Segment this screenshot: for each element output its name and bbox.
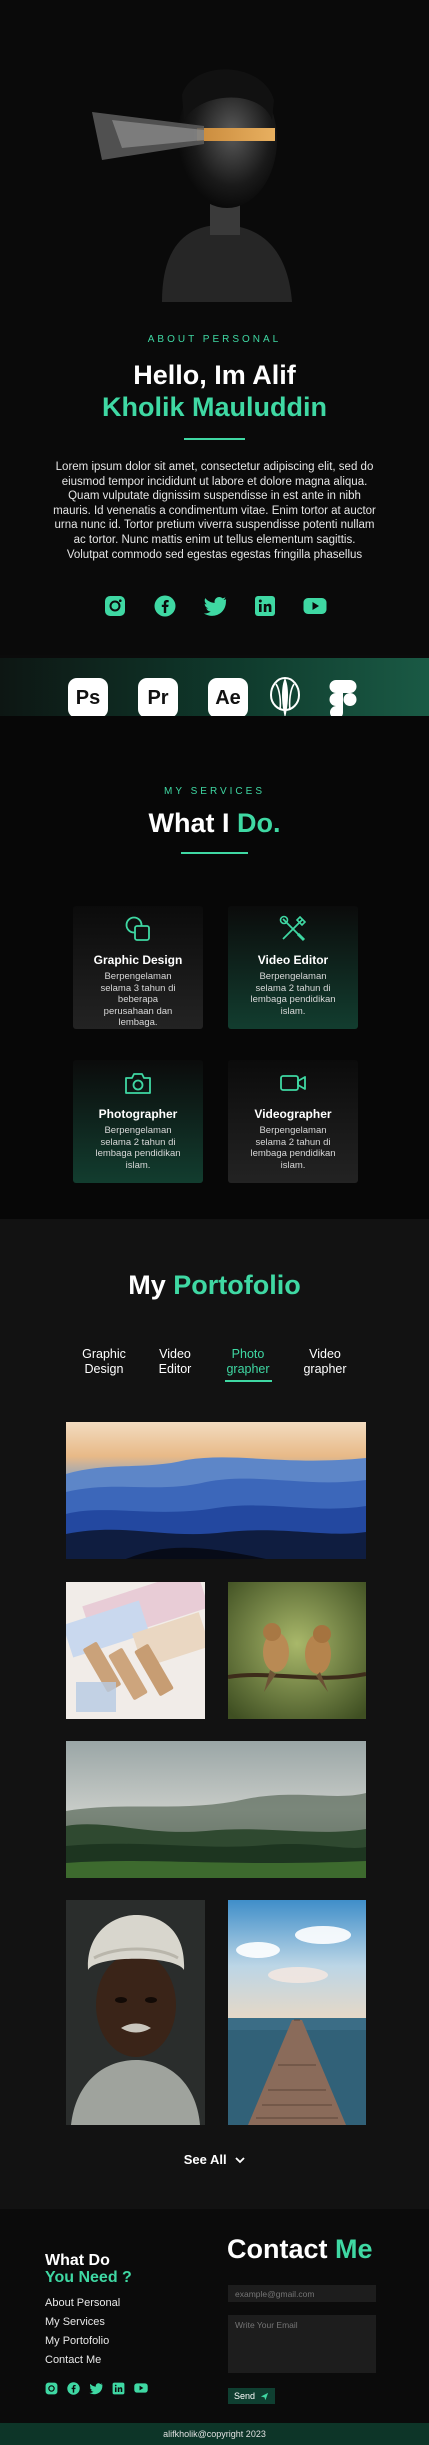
portfolio-photo-misty-forest[interactable] — [66, 1741, 366, 1878]
facebook-icon[interactable] — [67, 2382, 80, 2395]
see-all-button[interactable]: See All — [0, 2152, 429, 2167]
inkscape-icon — [270, 676, 300, 718]
instagram-icon[interactable] — [45, 2382, 58, 2395]
hero-bio: Lorem ipsum dolor sit amet, consectetur … — [53, 461, 376, 561]
hero-portrait-image — [92, 40, 352, 302]
services-divider — [181, 852, 248, 854]
footer-link-about[interactable]: About Personal — [45, 2297, 120, 2309]
service-card-title: Photographer — [98, 1107, 178, 1121]
linkedin-icon[interactable] — [112, 2382, 125, 2395]
twitter-icon[interactable] — [202, 593, 228, 619]
see-all-label: See All — [183, 2152, 227, 2167]
tab-graphic-design[interactable]: Graphic Design — [74, 1347, 134, 1377]
about-eyebrow: ABOUT PERSONAL — [147, 334, 282, 345]
service-card-desc: Berpengelaman selama 2 tahun di lembaga … — [250, 1125, 336, 1171]
youtube-icon[interactable] — [134, 2382, 148, 2394]
service-card-graphic-design: Graphic Design Berpengelaman selama 3 ta… — [73, 906, 203, 1029]
chevron-down-icon — [235, 2157, 245, 2164]
premiere-pro-icon: Pr — [138, 678, 178, 718]
tools-icon — [279, 915, 307, 942]
message-field[interactable] — [228, 2315, 376, 2373]
portfolio-title-accent: Portofolio — [173, 1270, 301, 1300]
services-title-main: What I — [148, 808, 237, 838]
email-field[interactable] — [228, 2285, 376, 2302]
premiere-pro-label: Pr — [147, 686, 169, 709]
footer-you-need: You Need ? — [45, 2269, 132, 2286]
hero-divider — [184, 438, 245, 440]
contact-title-accent: Me — [335, 2234, 373, 2264]
instagram-icon[interactable] — [102, 593, 128, 619]
send-button[interactable]: Send — [228, 2388, 275, 2404]
tools-band: Ps Pr Ae — [0, 658, 429, 719]
after-effects-icon: Ae — [208, 678, 248, 718]
twitter-icon[interactable] — [89, 2382, 103, 2395]
portfolio-photo-clothespins[interactable] — [66, 1582, 205, 1719]
portfolio-photo-pier[interactable] — [228, 1900, 366, 2125]
camera-icon — [125, 1073, 151, 1094]
photoshop-label: Ps — [75, 686, 101, 709]
service-card-videographer: Videographer Berpengelaman selama 2 tahu… — [228, 1060, 358, 1183]
services-title: What I Do. — [0, 808, 429, 839]
tab-videographer[interactable]: Video grapher — [295, 1347, 355, 1377]
service-card-title: Graphic Design — [93, 953, 183, 967]
contact-title-main: Contact — [227, 2234, 335, 2264]
video-camera-icon — [280, 1075, 306, 1091]
hero-name: Kholik Mauluddin — [102, 392, 327, 422]
send-label: Send — [233, 2391, 256, 2401]
portfolio-title-main: My — [128, 1270, 174, 1300]
footer-link-services[interactable]: My Services — [45, 2316, 105, 2328]
youtube-icon[interactable] — [302, 593, 328, 619]
facebook-icon[interactable] — [152, 593, 178, 619]
service-card-title: Videographer — [254, 1107, 332, 1121]
services-eyebrow: MY SERVICES — [164, 786, 265, 797]
after-effects-label: Ae — [215, 686, 241, 709]
footer-link-portfolio[interactable]: My Portofolio — [45, 2335, 109, 2347]
hero-social-links — [0, 593, 429, 619]
copyright-bar: alifkholik@copyright 2023 — [0, 2423, 429, 2445]
service-card-desc: Berpengelaman selama 2 tahun di lembaga … — [250, 971, 336, 1017]
service-card-desc: Berpengelaman selama 2 tahun di lembaga … — [95, 1125, 181, 1171]
shapes-icon — [125, 916, 150, 941]
tab-photographer[interactable]: Photo grapher — [218, 1347, 278, 1377]
service-card-title: Video Editor — [257, 953, 329, 967]
hero-greeting: Hello, Im Alif — [133, 360, 296, 390]
contact-title: Contact Me — [227, 2234, 373, 2265]
linkedin-icon[interactable] — [252, 593, 278, 619]
service-card-photographer: Photographer Berpengelaman selama 2 tahu… — [73, 1060, 203, 1183]
portfolio-photo-mountains[interactable] — [66, 1422, 366, 1559]
portfolio-photo-birds[interactable] — [228, 1582, 366, 1719]
services-title-accent: Do. — [237, 808, 281, 838]
photoshop-icon: Ps — [68, 678, 108, 718]
copyright-text: alifkholik@copyright 2023 — [163, 2429, 266, 2439]
footer-what-do: What Do — [45, 2252, 110, 2269]
service-card-desc: Berpengelaman selama 3 tahun di beberapa… — [100, 971, 176, 1028]
tab-video-editor[interactable]: Video Editor — [145, 1347, 205, 1377]
send-icon — [260, 2392, 269, 2400]
portfolio-title: My Portofolio — [0, 1270, 429, 1301]
footer-link-contact[interactable]: Contact Me — [45, 2354, 101, 2366]
service-card-video-editor: Video Editor Berpengelaman selama 2 tahu… — [228, 906, 358, 1029]
portfolio-photo-portrait[interactable] — [66, 1900, 205, 2125]
active-tab-indicator — [225, 1380, 272, 1382]
footer-social-links — [45, 2382, 148, 2396]
